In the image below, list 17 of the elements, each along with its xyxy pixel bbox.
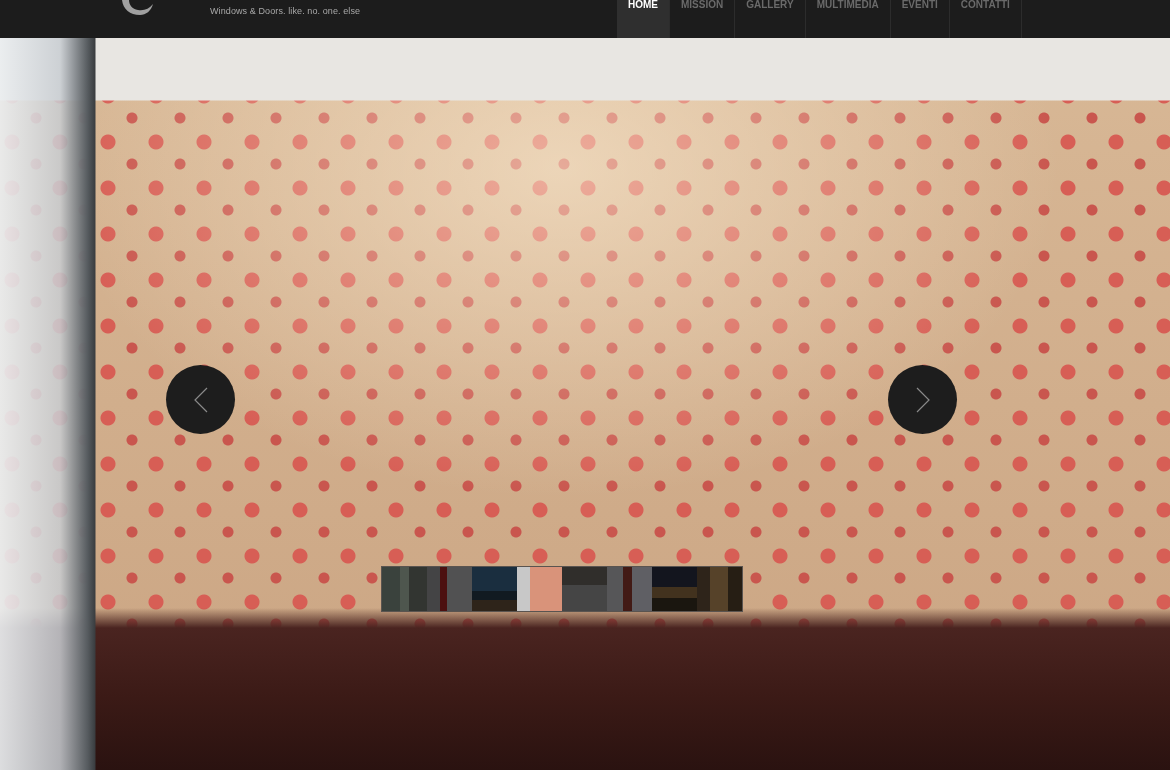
- nav-link[interactable]: MULTIMEDIA: [805, 0, 891, 38]
- nav-link[interactable]: GALLERY: [735, 0, 806, 38]
- thumbnail[interactable]: [427, 567, 472, 611]
- thumbnail[interactable]: [562, 567, 607, 611]
- chevron-right-icon: [915, 386, 930, 413]
- thumbnail[interactable]: [517, 567, 562, 611]
- thumbnail[interactable]: [472, 567, 517, 611]
- brand-tagline: Windows & Doors. like. no. one. else: [210, 6, 361, 16]
- thumbnail[interactable]: [607, 567, 652, 611]
- nav-link[interactable]: CONTATTI: [949, 0, 1022, 38]
- thumbnail[interactable]: [652, 567, 697, 611]
- nav-link[interactable]: MISSION: [670, 0, 736, 38]
- nav-link[interactable]: HOME: [617, 0, 670, 38]
- thumbnail[interactable]: [697, 567, 742, 611]
- chevron-left-icon: [193, 386, 208, 413]
- thumbnail[interactable]: [382, 567, 427, 611]
- nav-link[interactable]: EVENTI: [890, 0, 950, 38]
